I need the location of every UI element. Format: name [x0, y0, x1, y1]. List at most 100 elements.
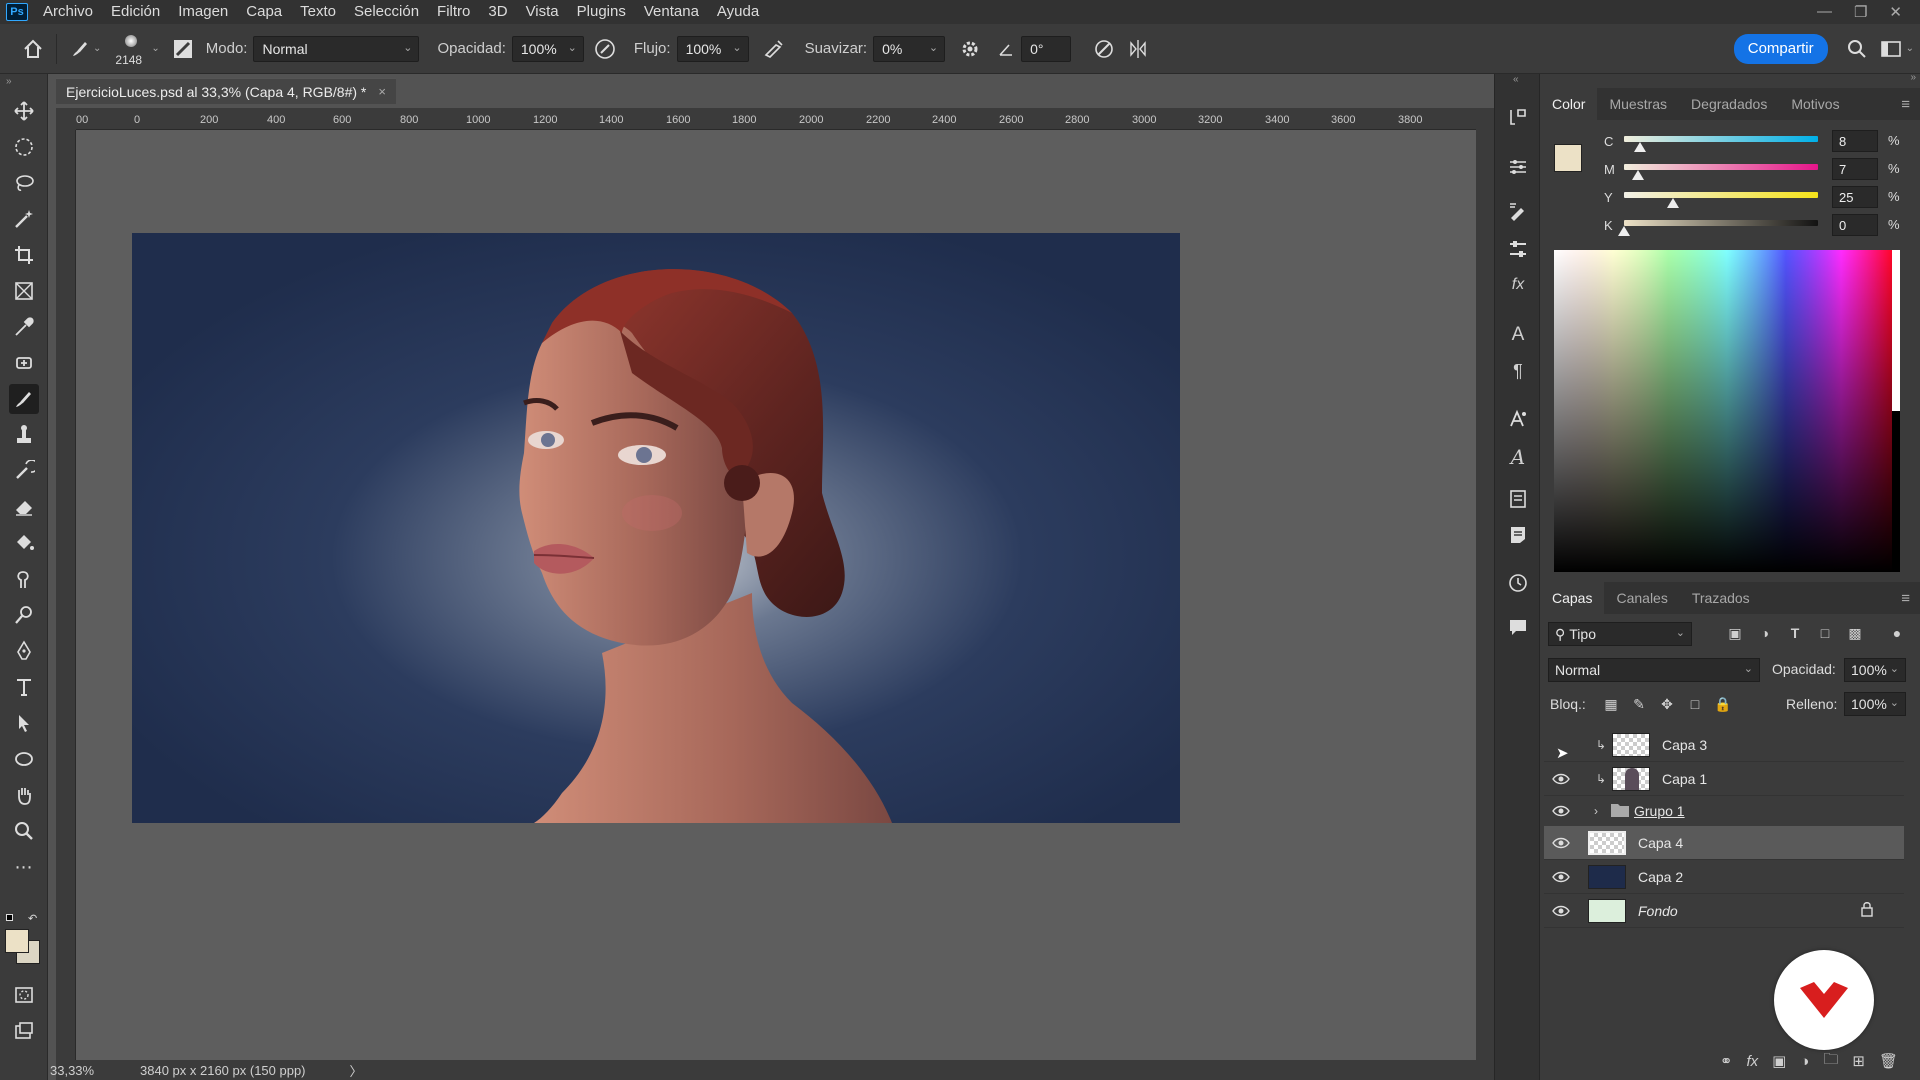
yellow-slider[interactable]: Y 25 %: [1604, 186, 1914, 210]
canvas-area[interactable]: [76, 130, 1476, 1060]
type-tool-icon[interactable]: [9, 672, 39, 702]
notes-icon[interactable]: [1503, 520, 1533, 550]
eyedropper-tool-icon[interactable]: [9, 312, 39, 342]
black-track[interactable]: [1624, 220, 1818, 226]
search-icon[interactable]: [1842, 34, 1872, 64]
chevron-down-icon[interactable]: ⌄: [1906, 43, 1914, 54]
paragraph-panel-icon[interactable]: ¶: [1503, 356, 1533, 386]
menu-capa[interactable]: Capa: [237, 0, 291, 24]
brush-size-picker[interactable]: 2148: [111, 29, 151, 69]
pen-tool-icon[interactable]: [9, 636, 39, 666]
path-selection-tool-icon[interactable]: [9, 708, 39, 738]
paint-bucket-tool-icon[interactable]: [9, 528, 39, 558]
history-panel-icon[interactable]: [1503, 102, 1533, 132]
dodge-tool-icon[interactable]: [9, 600, 39, 630]
smudge-tool-icon[interactable]: [9, 564, 39, 594]
share-button[interactable]: Compartir: [1733, 33, 1828, 64]
layer-style-icon[interactable]: fx: [1746, 1053, 1758, 1070]
magenta-thumb[interactable]: [1631, 170, 1644, 180]
close-window-icon[interactable]: ✕: [1889, 3, 1902, 21]
magenta-value[interactable]: 7: [1832, 158, 1878, 180]
cyan-thumb[interactable]: [1633, 142, 1646, 152]
filter-shape-icon[interactable]: □: [1814, 622, 1836, 644]
menu-seleccion[interactable]: Selección: [345, 0, 428, 24]
expand-toolbar-icon[interactable]: »: [6, 76, 12, 87]
smooth-field[interactable]: 0% ⌄: [873, 35, 946, 62]
tab-degradados[interactable]: Degradados: [1679, 88, 1779, 120]
collapse-panels-icon[interactable]: »: [1910, 72, 1916, 83]
quick-mask-icon[interactable]: [9, 980, 39, 1010]
yellow-track[interactable]: [1624, 192, 1818, 198]
collapse-dock-icon[interactable]: «: [1513, 74, 1519, 85]
tab-color[interactable]: Color: [1540, 88, 1598, 120]
airbrush-icon[interactable]: [759, 34, 789, 64]
crop-tool-icon[interactable]: [9, 240, 39, 270]
menu-archivo[interactable]: Archivo: [34, 0, 102, 24]
eraser-tool-icon[interactable]: [9, 492, 39, 522]
document-tab[interactable]: EjercicioLuces.psd al 33,3% (Capa 4, RGB…: [56, 78, 396, 104]
brush-tool-icon[interactable]: [9, 384, 39, 414]
status-menu-arrow[interactable]: 〉: [350, 1061, 363, 1080]
lock-artboard-icon[interactable]: □: [1684, 693, 1706, 715]
layer-opacity-field[interactable]: 100% ⌄: [1844, 658, 1906, 682]
layer-name[interactable]: Grupo 1: [1634, 803, 1685, 819]
lasso-tool-icon[interactable]: [9, 168, 39, 198]
lock-position-icon[interactable]: ✥: [1656, 693, 1678, 715]
libraries-icon[interactable]: [1503, 484, 1533, 514]
black-thumb[interactable]: [1618, 226, 1630, 236]
home-icon[interactable]: [18, 34, 48, 64]
move-tool-icon[interactable]: [9, 96, 39, 126]
close-tab-icon[interactable]: ×: [378, 84, 386, 99]
default-colors-icon[interactable]: [6, 914, 16, 924]
eye-icon[interactable]: [1550, 800, 1572, 822]
layer-filter-select[interactable]: ⚲ Tipo ⌄: [1548, 622, 1692, 646]
new-group-icon[interactable]: 🗀: [1823, 1049, 1838, 1074]
trash-icon[interactable]: 🗑: [1879, 1052, 1898, 1070]
lock-transparency-icon[interactable]: ▦: [1600, 693, 1622, 715]
layer-name[interactable]: Capa 4: [1638, 835, 1683, 851]
tab-canales[interactable]: Canales: [1604, 582, 1679, 614]
layer-row-capa-1[interactable]: ↳ Capa 1: [1544, 762, 1904, 796]
black-value[interactable]: 0: [1832, 214, 1878, 236]
opacity-field[interactable]: 100% ⌄: [511, 35, 584, 62]
cyan-slider[interactable]: C 8 %: [1604, 130, 1914, 154]
filter-type-icon[interactable]: T: [1784, 622, 1806, 644]
chevron-down-icon[interactable]: ⌄: [151, 43, 159, 54]
magic-wand-tool-icon[interactable]: [9, 204, 39, 234]
menu-ventana[interactable]: Ventana: [635, 0, 708, 24]
comments-icon[interactable]: [1503, 612, 1533, 642]
filter-smart-object-icon[interactable]: ▩: [1844, 622, 1866, 644]
glyphs-icon[interactable]: [1503, 404, 1533, 434]
chevron-right-icon[interactable]: ›: [1594, 804, 1598, 818]
frame-tool-icon[interactable]: [9, 276, 39, 306]
brush-settings-icon[interactable]: [168, 34, 198, 64]
layer-name[interactable]: Capa 1: [1662, 771, 1707, 787]
layer-row-grupo-1[interactable]: › Grupo 1: [1544, 794, 1904, 828]
link-layers-icon[interactable]: ⚭: [1720, 1052, 1733, 1070]
artwork-canvas[interactable]: [132, 233, 1180, 823]
hand-tool-icon[interactable]: [9, 780, 39, 810]
character-panel-icon[interactable]: A: [1503, 320, 1533, 350]
yellow-thumb[interactable]: [1666, 198, 1679, 208]
blend-mode-select[interactable]: Normal ⌄: [1548, 658, 1760, 682]
layer-name[interactable]: Capa 3: [1662, 737, 1707, 753]
tab-trazados[interactable]: Trazados: [1680, 582, 1762, 614]
layer-row-capa-4[interactable]: Capa 4: [1544, 826, 1904, 860]
workspace-icon[interactable]: [1876, 34, 1906, 64]
symmetry-icon[interactable]: [1123, 34, 1153, 64]
menu-ayuda[interactable]: Ayuda: [708, 0, 768, 24]
menu-filtro[interactable]: Filtro: [428, 0, 479, 24]
restore-icon[interactable]: ❐: [1854, 3, 1867, 21]
foreground-color-swatch[interactable]: [1554, 144, 1582, 172]
pressure-opacity-icon[interactable]: [590, 34, 620, 64]
adjustment-layer-icon[interactable]: ◑: [1800, 1053, 1809, 1070]
new-layer-icon[interactable]: ⊞: [1852, 1052, 1865, 1070]
menu-vista[interactable]: Vista: [517, 0, 568, 24]
fill-field[interactable]: 100% ⌄: [1844, 692, 1906, 716]
eye-icon[interactable]: [1550, 866, 1572, 888]
menu-texto[interactable]: Texto: [291, 0, 345, 24]
brush-settings-panel-icon[interactable]: [1503, 234, 1533, 264]
layer-name[interactable]: Capa 2: [1638, 869, 1683, 885]
styles-icon[interactable]: fx: [1503, 270, 1533, 300]
color-spectrum-field[interactable]: [1554, 250, 1900, 572]
